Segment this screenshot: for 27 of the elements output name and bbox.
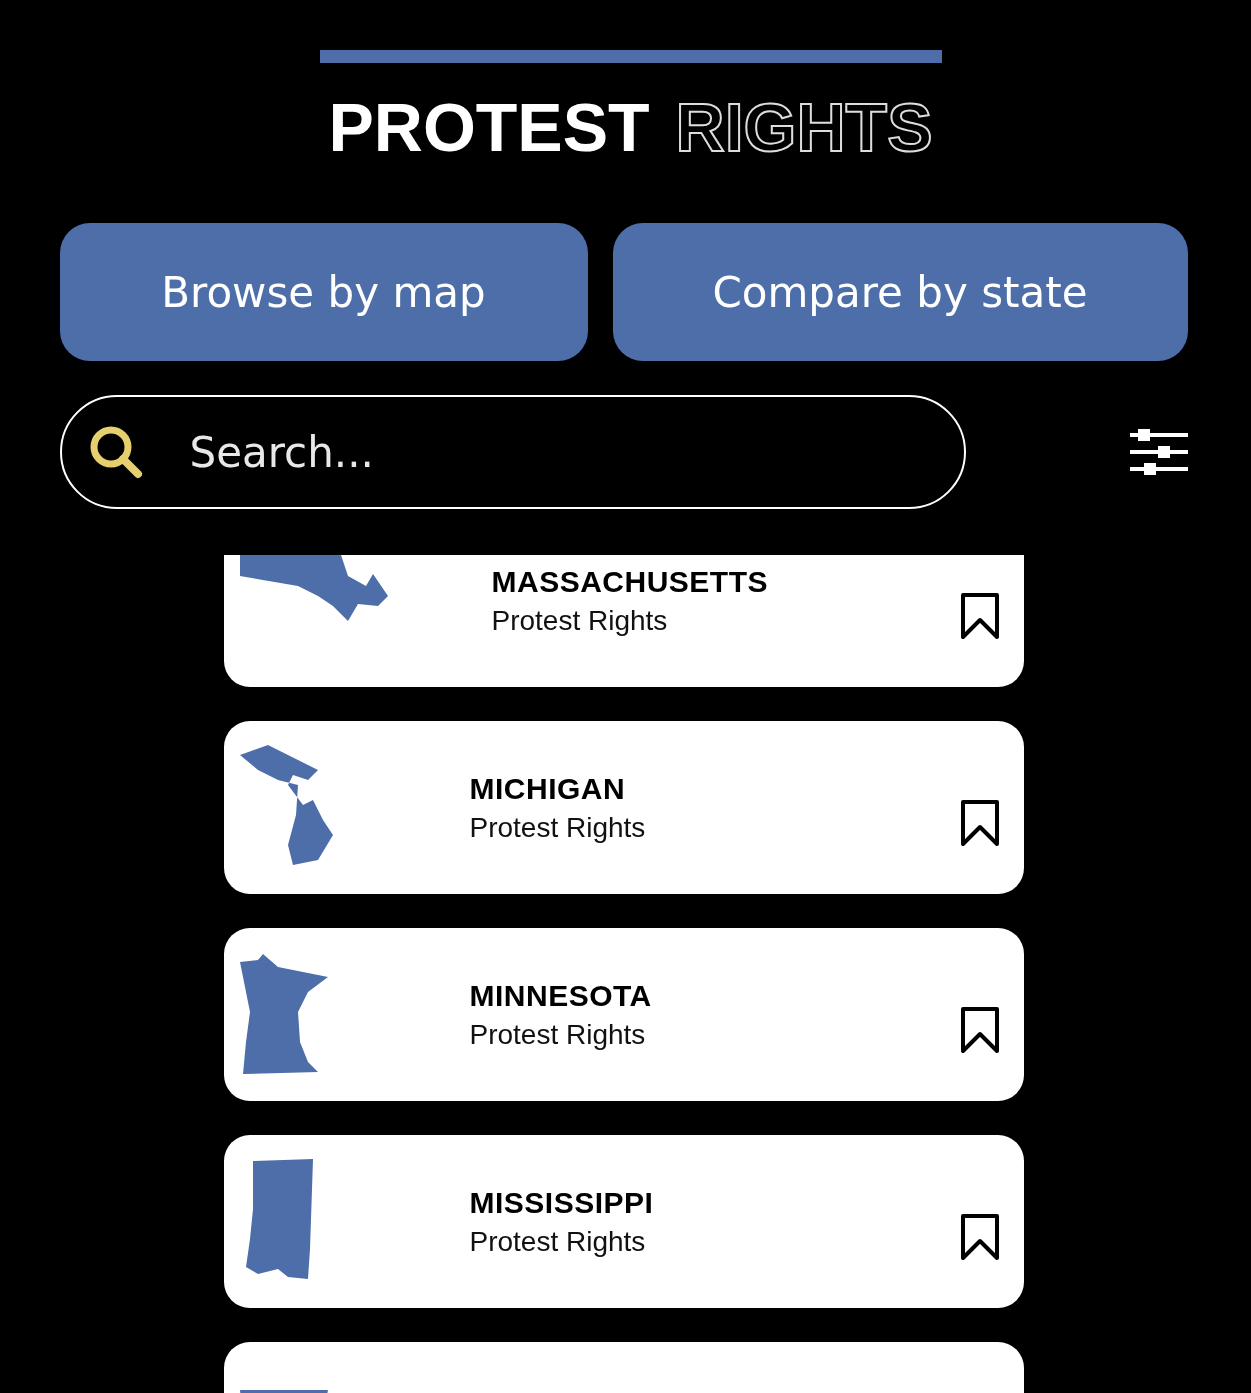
state-name: MISSISSIPPI bbox=[469, 1185, 655, 1220]
filter-icon[interactable] bbox=[1129, 427, 1188, 477]
bookmark-button[interactable] bbox=[959, 798, 1000, 847]
state-subtitle: Protest Rights bbox=[491, 604, 669, 637]
nav-button[interactable]: Browse by map bbox=[59, 223, 588, 361]
state-shape-icon bbox=[239, 1390, 328, 1393]
bookmark-button[interactable] bbox=[959, 1212, 1000, 1261]
state-card[interactable]: MASSACHUSETTS Protest Rights bbox=[223, 555, 1024, 687]
state-card[interactable]: MICHIGAN Protest Rights bbox=[223, 721, 1024, 894]
state-shape-icon bbox=[239, 954, 328, 1074]
state-shape-icon bbox=[239, 555, 388, 621]
state-subtitle: Protest Rights bbox=[469, 811, 647, 844]
state-shape-icon bbox=[245, 1159, 313, 1279]
bookmark-button[interactable] bbox=[959, 1005, 1000, 1054]
state-shape-icon bbox=[239, 745, 333, 865]
nav-button[interactable]: Compare by state bbox=[612, 223, 1188, 361]
bookmark-button[interactable] bbox=[959, 591, 1000, 640]
state-card[interactable]: MINNESOTA Protest Rights bbox=[223, 928, 1024, 1101]
state-name: MICHIGAN bbox=[469, 771, 627, 806]
state-subtitle: Protest Rights bbox=[469, 1225, 647, 1258]
state-subtitle: Protest Rights bbox=[469, 1018, 647, 1051]
state-name: MASSACHUSETTS bbox=[491, 564, 769, 599]
state-card[interactable]: MISSISSIPPI Protest Rights bbox=[223, 1135, 1024, 1308]
state-name: MINNESOTA bbox=[469, 978, 653, 1013]
search-field[interactable]: Search... bbox=[59, 395, 966, 509]
app-title: PROTEST bbox=[328, 93, 650, 161]
app-title-outline: RIGHTS bbox=[675, 93, 933, 161]
